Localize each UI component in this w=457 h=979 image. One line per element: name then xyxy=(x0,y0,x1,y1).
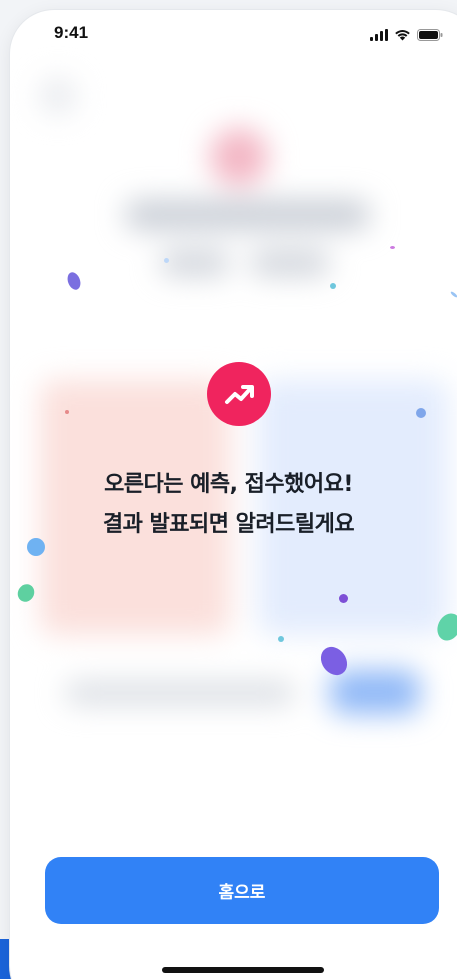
screen: 9:41 오른다는 예측, 접수했어요! 결과 발표되면 알려드릴게요 홈으로 xyxy=(0,0,457,979)
trending-up-icon xyxy=(207,362,271,426)
confetti-piece xyxy=(278,636,284,642)
blurred-footer-button xyxy=(330,670,420,714)
blurred-footer-text xyxy=(65,682,295,704)
confetti-piece xyxy=(416,408,426,418)
blurred-subtitle-chip-left xyxy=(160,250,230,276)
message-line-1: 오른다는 예측, 접수했어요! xyxy=(104,472,353,497)
confetti-piece xyxy=(390,246,395,249)
blurred-avatar xyxy=(210,128,268,186)
home-button[interactable]: 홈으로 xyxy=(45,857,439,924)
home-indicator xyxy=(162,967,324,973)
confetti-piece xyxy=(339,594,348,603)
confetti-piece xyxy=(65,410,69,414)
blurred-back-button xyxy=(40,78,76,114)
confirmation-message: 오른다는 예측, 접수했어요! 결과 발표되면 알려드릴게요 xyxy=(10,465,457,545)
phone-frame: 9:41 오른다는 예측, 접수했어요! 결과 발표되면 알려드릴게요 홈으로 xyxy=(10,10,457,979)
blurred-subtitle-chip-right xyxy=(250,250,330,276)
blurred-title-line xyxy=(125,200,370,230)
message-line-2: 결과 발표되면 알려드릴게요 xyxy=(102,512,355,537)
confetti-piece xyxy=(164,258,169,263)
confetti-piece xyxy=(330,283,336,289)
